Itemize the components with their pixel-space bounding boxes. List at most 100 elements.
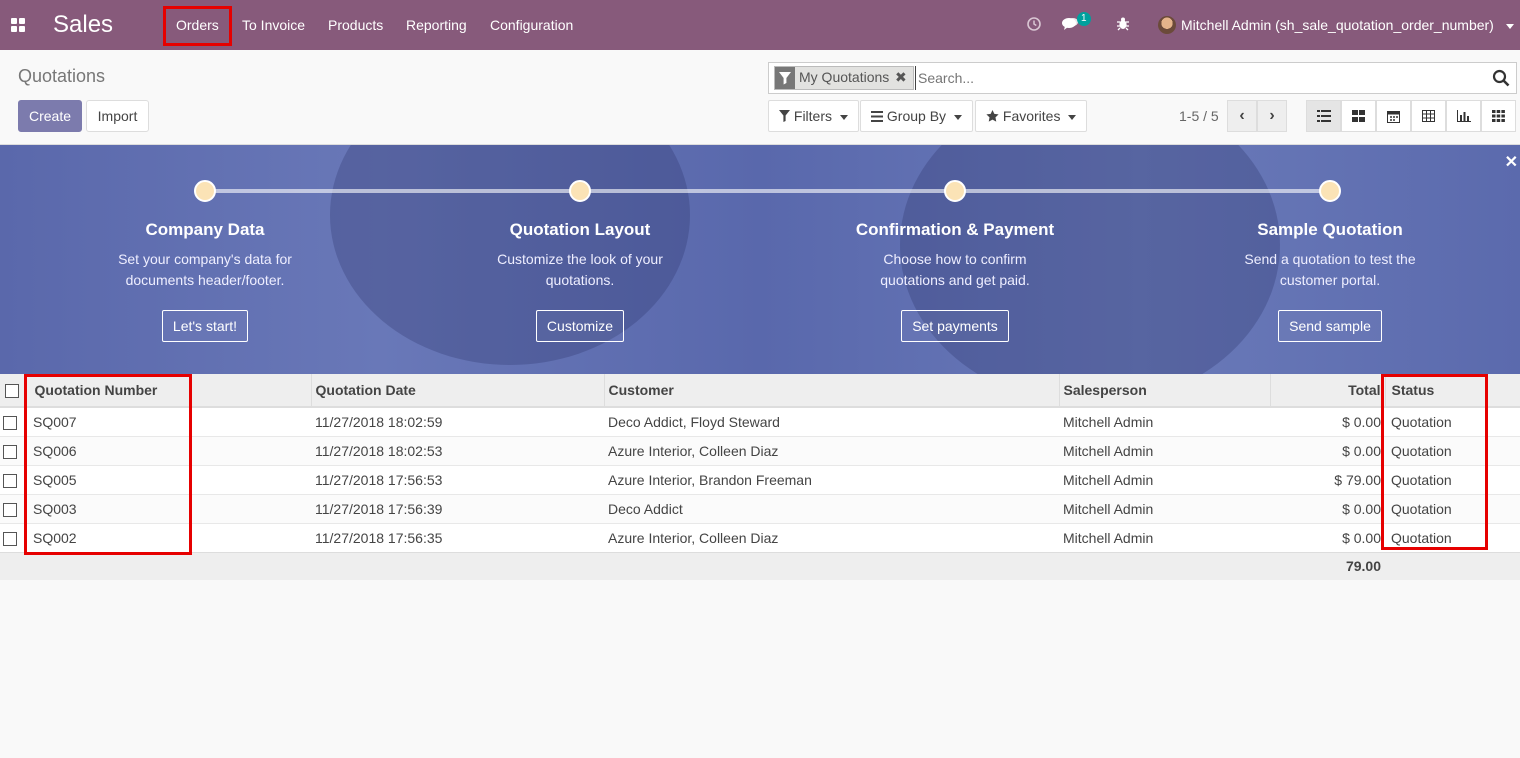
kanban-view-icon[interactable] — [1341, 100, 1376, 132]
messages-badge: 1 — [1077, 12, 1091, 26]
column-salesperson[interactable]: Salesperson — [1058, 374, 1270, 408]
calendar-view-icon[interactable] — [1376, 100, 1411, 132]
pager-previous-icon[interactable]: ‹ — [1227, 100, 1257, 132]
search-input[interactable] — [915, 66, 1475, 90]
favorites-dropdown[interactable]: Favorites — [975, 100, 1088, 132]
column-quotation-date[interactable]: Quotation Date — [310, 374, 604, 408]
cell-total: $ 0.00 — [1270, 493, 1385, 523]
quotations-list: Quotation Number Quotation Date Customer… — [0, 374, 1520, 580]
banner-close-icon[interactable]: ✕ — [1505, 152, 1518, 172]
cell-number: SQ006 — [25, 435, 311, 465]
cell-number: SQ005 — [25, 464, 311, 494]
favorites-label: Favorites — [1002, 108, 1061, 124]
onboarding-banner: Company Data Set your company's data for… — [0, 145, 1520, 374]
cell-number: SQ007 — [25, 406, 311, 436]
cell-number: SQ002 — [25, 522, 311, 552]
step-sample-quotation: Sample Quotation Send a quotation to tes… — [1180, 220, 1480, 342]
cell-salesperson: Mitchell Admin — [1059, 406, 1270, 436]
grid-view-icon[interactable] — [1481, 100, 1516, 132]
menu-reporting[interactable]: Reporting — [406, 0, 467, 50]
table-row[interactable]: SQ002 11/27/2018 17:56:35 Azure Interior… — [0, 522, 1520, 552]
table-row[interactable]: SQ007 11/27/2018 18:02:59 Deco Addict, F… — [0, 406, 1520, 436]
cell-status: Quotation — [1385, 406, 1520, 436]
table-footer-row: 79.00 — [0, 551, 1520, 580]
row-checkbox[interactable] — [0, 522, 25, 552]
cell-salesperson: Mitchell Admin — [1059, 435, 1270, 465]
cell-status: Quotation — [1385, 493, 1520, 523]
breadcrumb[interactable]: Quotations — [18, 66, 105, 87]
cell-date: 11/27/2018 18:02:59 — [311, 406, 604, 436]
row-checkbox[interactable] — [0, 464, 25, 494]
search-facet: My Quotations ✖ — [774, 66, 914, 90]
step-description: Customize the look of your quotations. — [497, 251, 663, 288]
table-row[interactable]: SQ003 11/27/2018 17:56:39 Deco Addict Mi… — [0, 493, 1520, 523]
graph-view-icon[interactable] — [1446, 100, 1481, 132]
lets-start-button[interactable]: Let's start! — [161, 310, 249, 342]
cell-status: Quotation — [1385, 464, 1520, 494]
cell-total: $ 79.00 — [1270, 464, 1385, 494]
select-all-checkbox[interactable] — [0, 374, 25, 408]
facet-label: My Quotations — [799, 69, 890, 85]
cell-customer: Azure Interior, Brandon Freeman — [604, 464, 1059, 494]
column-total[interactable]: Total — [1269, 374, 1385, 408]
step-description: Set your company's data for documents he… — [118, 251, 292, 288]
step-title: Confirmation & Payment — [855, 220, 1055, 239]
control-panel: Quotations Create Import My Quotations ✖… — [0, 50, 1520, 145]
menu-products[interactable]: Products — [328, 0, 383, 50]
group-by-label: Group By — [886, 108, 947, 124]
cell-number: SQ003 — [25, 493, 311, 523]
cell-status: Quotation — [1385, 435, 1520, 465]
row-checkbox[interactable] — [0, 493, 25, 523]
cell-total: $ 0.00 — [1270, 435, 1385, 465]
row-checkbox[interactable] — [0, 435, 25, 465]
customize-button[interactable]: Customize — [535, 310, 625, 342]
pivot-view-icon[interactable] — [1411, 100, 1446, 132]
pager-next-icon[interactable]: › — [1257, 100, 1287, 132]
table-row[interactable]: SQ006 11/27/2018 18:02:53 Azure Interior… — [0, 435, 1520, 465]
filters-dropdown[interactable]: Filters — [768, 100, 860, 132]
step-description: Choose how to confirm quotations and get… — [880, 251, 1030, 288]
step-title: Sample Quotation — [1257, 220, 1403, 239]
menu-orders[interactable]: Orders — [176, 0, 219, 50]
cell-date: 11/27/2018 17:56:53 — [311, 464, 604, 494]
footer-total: 79.00 — [1270, 551, 1385, 580]
cell-date: 11/27/2018 17:56:35 — [311, 522, 604, 552]
step-title: Company Data — [145, 220, 265, 239]
cell-salesperson: Mitchell Admin — [1059, 493, 1270, 523]
cell-total: $ 0.00 — [1270, 522, 1385, 552]
table-row[interactable]: SQ005 11/27/2018 17:56:53 Azure Interior… — [0, 464, 1520, 494]
list-view-icon[interactable] — [1306, 100, 1341, 132]
messages-icon[interactable]: 1 — [1062, 12, 1092, 35]
set-payments-button[interactable]: Set payments — [901, 310, 1009, 342]
apps-menu-icon[interactable] — [11, 18, 25, 32]
user-avatar[interactable] — [1158, 16, 1176, 34]
menu-to-invoice[interactable]: To Invoice — [242, 0, 305, 50]
cell-customer: Deco Addict, Floyd Steward — [604, 406, 1059, 436]
activity-clock-icon[interactable] — [1026, 15, 1042, 35]
group-by-dropdown[interactable]: Group By — [860, 100, 974, 132]
table-header-row: Quotation Number Quotation Date Customer… — [0, 374, 1520, 408]
debug-bug-icon[interactable] — [1115, 15, 1131, 35]
menu-configuration[interactable]: Configuration — [490, 0, 573, 50]
pager-value[interactable]: 1-5 / 5 — [1179, 108, 1219, 124]
import-button[interactable]: Import — [86, 100, 149, 132]
filter-funnel-icon — [775, 67, 795, 89]
group-by-bars-icon — [871, 111, 883, 122]
column-quotation-number[interactable]: Quotation Number — [24, 374, 311, 408]
cell-salesperson: Mitchell Admin — [1059, 464, 1270, 494]
row-checkbox[interactable] — [0, 406, 25, 436]
top-navbar: Sales Orders To Invoice Products Reporti… — [0, 0, 1520, 50]
step-dot-quotation-layout — [569, 180, 591, 202]
create-button[interactable]: Create — [18, 100, 82, 132]
column-status[interactable]: Status — [1384, 374, 1520, 408]
send-sample-button[interactable]: Send sample — [1278, 310, 1382, 342]
filter-icon — [779, 110, 790, 122]
facet-remove-icon[interactable]: ✖ — [895, 69, 907, 86]
user-menu[interactable]: Mitchell Admin (sh_sale_quotation_order_… — [1181, 0, 1514, 50]
search-icon[interactable] — [1492, 69, 1510, 87]
column-customer[interactable]: Customer — [603, 374, 1059, 408]
star-icon — [986, 110, 999, 122]
banner-progress-line — [205, 189, 1330, 193]
step-dot-sample-quotation — [1319, 180, 1341, 202]
cell-customer: Deco Addict — [604, 493, 1059, 523]
